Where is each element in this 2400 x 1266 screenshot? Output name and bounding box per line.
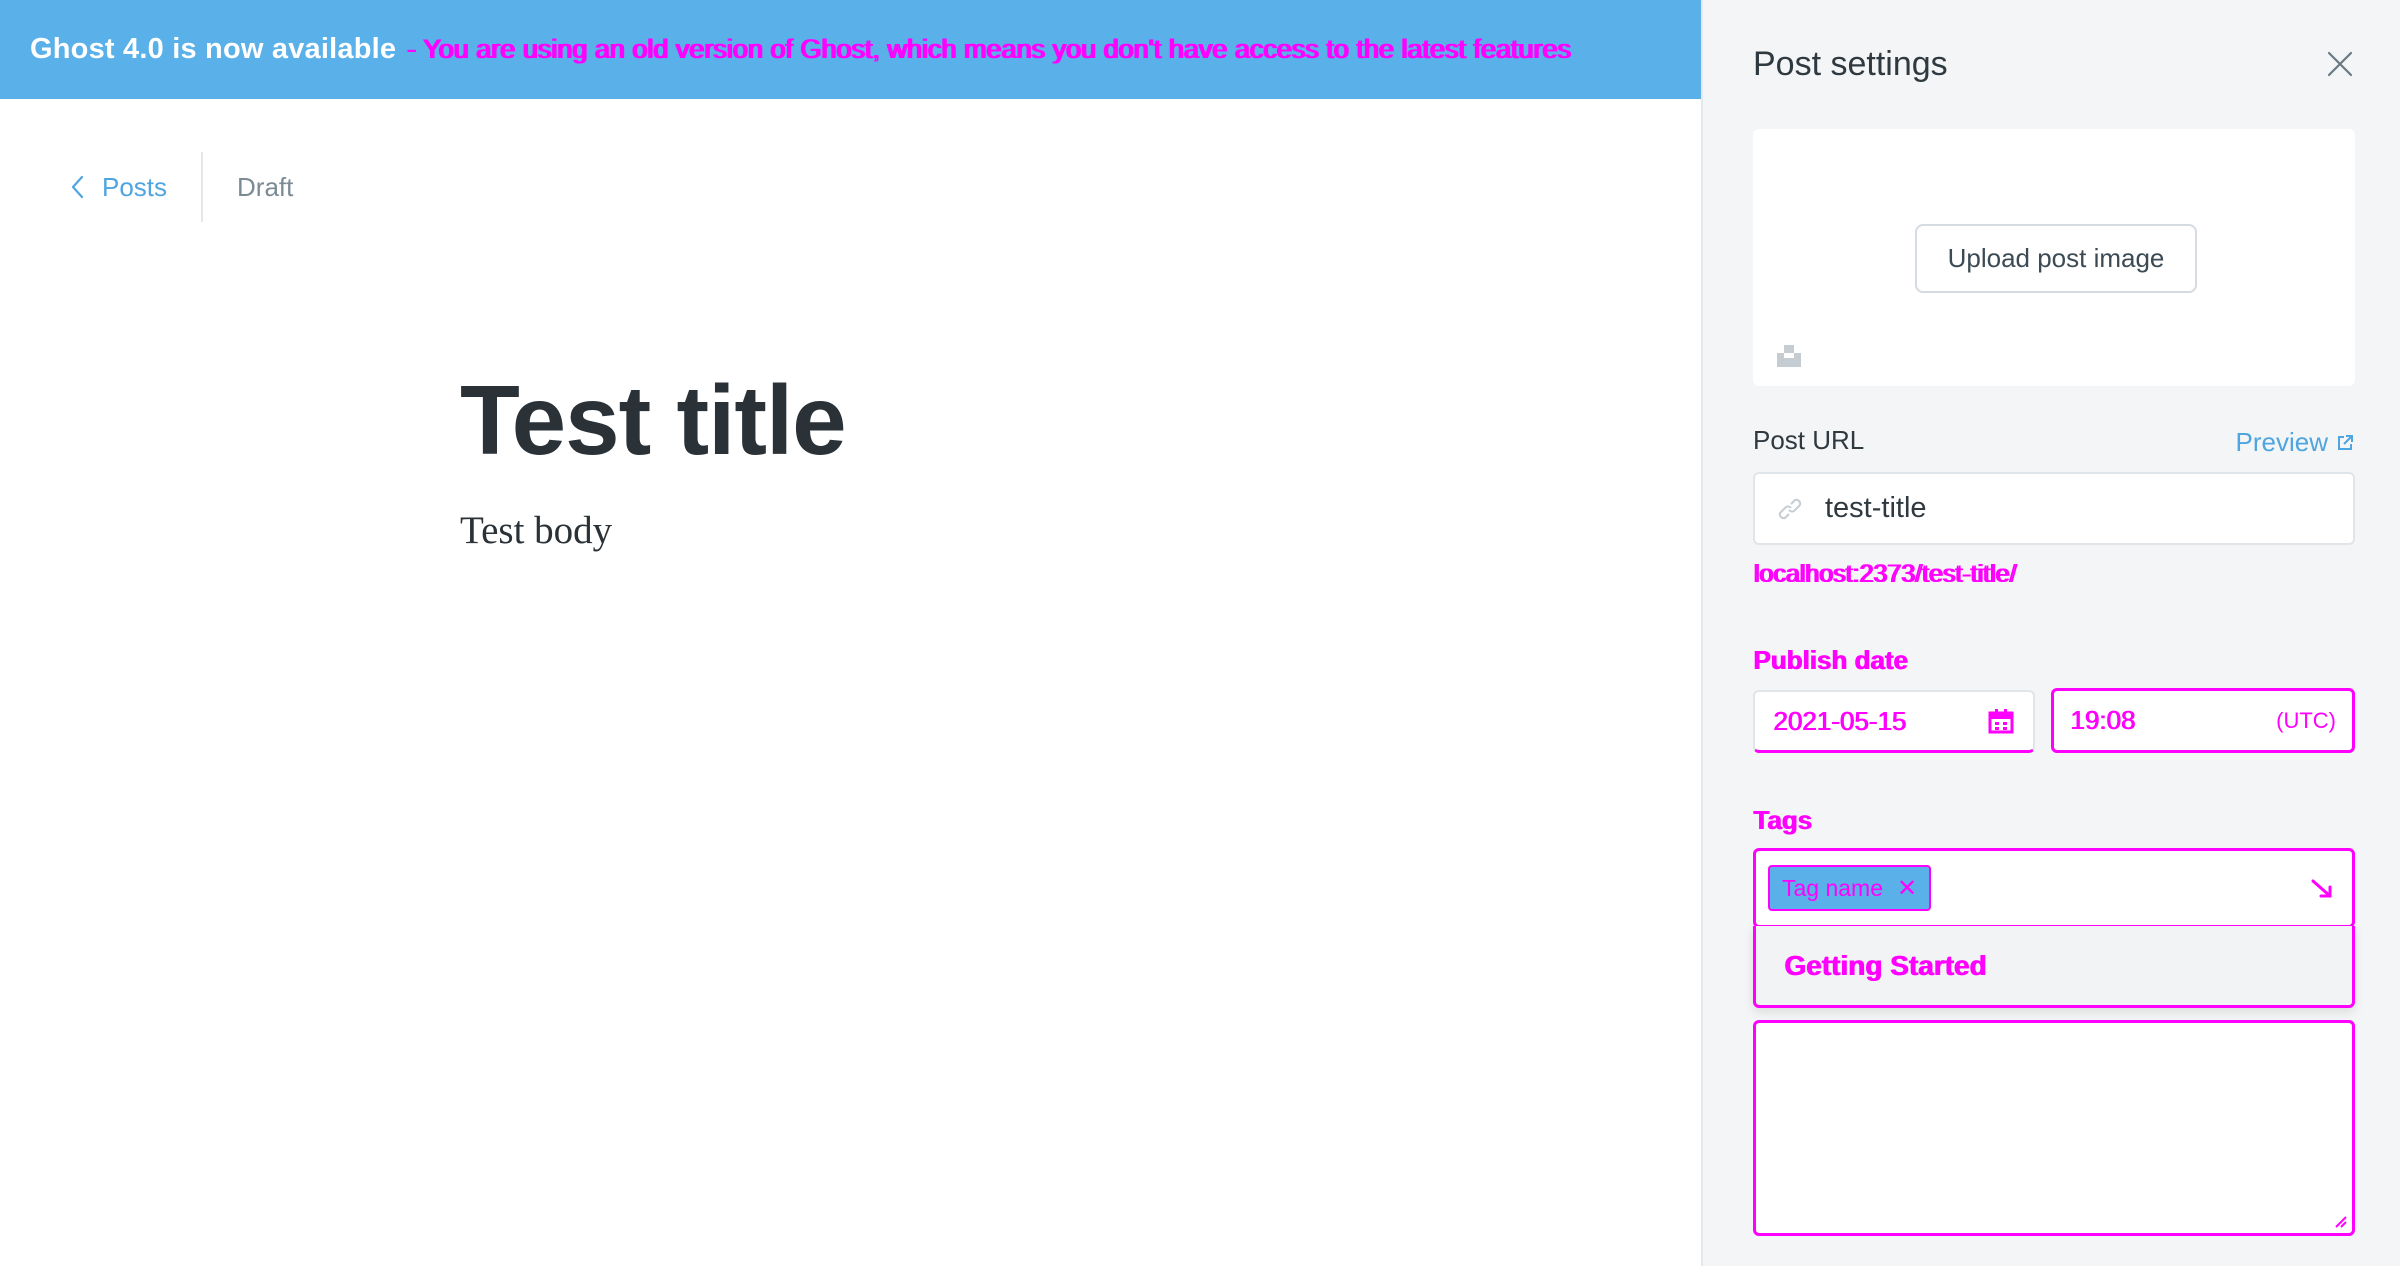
calendar-icon[interactable]	[1987, 707, 2015, 735]
preview-label: Preview	[2235, 427, 2328, 457]
publish-date-value: 2021-05-15	[1773, 705, 1906, 736]
feature-image-area: Upload post image	[1753, 129, 2355, 386]
back-to-posts-link[interactable]: Posts	[70, 152, 204, 222]
tag-chip-label: Tag name	[1782, 874, 1884, 901]
post-status: Draft	[237, 171, 294, 202]
publish-time-value: 19:08	[2070, 705, 2136, 735]
tag-suggestion-dropdown: Getting Started	[1753, 926, 2355, 1008]
publish-date-label: Publish date	[1753, 645, 1908, 675]
banner-title: Ghost 4.0 is now available	[30, 33, 397, 65]
banner-message[interactable]: - You are using an old version of Ghost,…	[406, 34, 1570, 65]
breadcrumb: Posts Draft	[70, 152, 293, 222]
remove-tag-icon[interactable]: ✕	[1897, 874, 1917, 903]
post-url-input[interactable]	[1825, 492, 2325, 525]
external-link-icon	[2338, 434, 2353, 450]
post-url-hint: localhost:2373/test-title/	[1753, 560, 2016, 588]
preview-link[interactable]: Preview	[2236, 427, 2354, 458]
panel-title: Post settings	[1753, 44, 1948, 83]
back-link-label: Posts	[102, 171, 168, 202]
panel-header: Post settings	[1753, 40, 2357, 88]
post-body[interactable]: Test body	[460, 508, 1560, 553]
tags-label: Tags	[1753, 805, 1812, 835]
chevron-left-icon	[71, 175, 84, 199]
link-icon	[1778, 498, 1802, 519]
tag-suggestion-option[interactable]: Getting Started	[1784, 950, 1986, 982]
excerpt-textarea[interactable]	[1753, 1020, 2355, 1236]
upgrade-banner: Ghost 4.0 is now available - You are usi…	[0, 0, 1701, 99]
resize-handle-icon[interactable]	[2332, 1213, 2348, 1229]
publish-time-field[interactable]: 19:08 (UTC)	[2051, 688, 2355, 753]
post-url-field[interactable]	[1753, 472, 2355, 545]
tags-input[interactable]: Tag name ✕	[1753, 848, 2355, 928]
publish-date-field[interactable]: 2021-05-15	[1753, 690, 2035, 753]
upload-image-button[interactable]: Upload post image	[1915, 224, 2197, 293]
close-button[interactable]	[2323, 47, 2357, 81]
editor-area: Ghost 4.0 is now available - You are usi…	[0, 0, 1701, 1266]
tag-chip[interactable]: Tag name ✕	[1768, 865, 1932, 911]
unsplash-icon[interactable]	[1775, 341, 1803, 369]
post-editor[interactable]: Test title Test body	[460, 360, 1560, 553]
timezone-label: (UTC)	[2276, 707, 2336, 733]
post-url-label: Post URL	[1753, 425, 1865, 455]
caret-down-icon[interactable]	[2310, 876, 2334, 900]
close-icon	[2327, 51, 2353, 77]
post-title[interactable]: Test title	[460, 360, 1560, 480]
post-settings-panel: Post settings Upload post image Post URL…	[1701, 0, 2400, 1266]
